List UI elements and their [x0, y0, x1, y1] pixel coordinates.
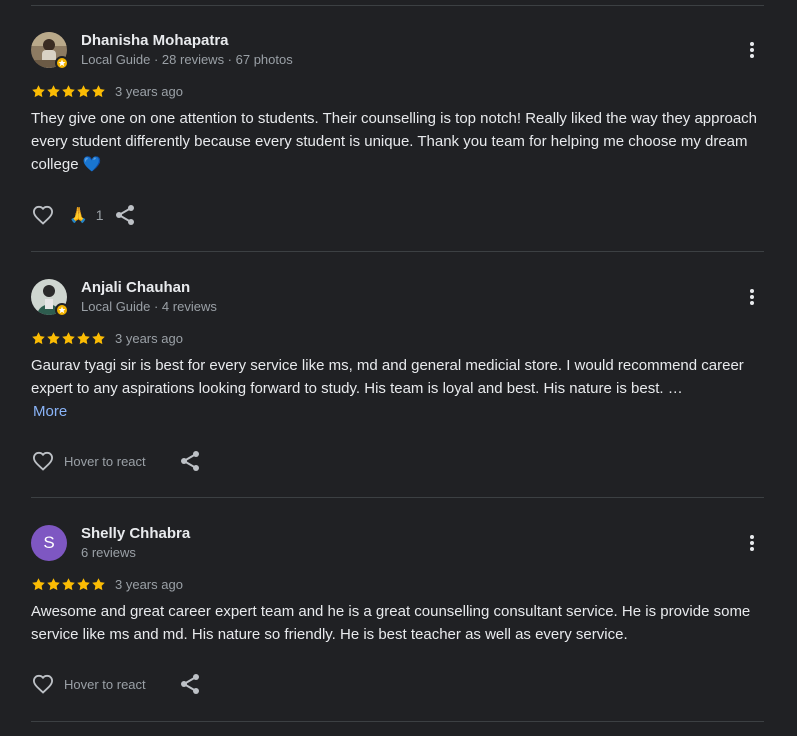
review-text-content: Awesome and great career expert team and… — [31, 603, 751, 643]
like-button[interactable] — [31, 203, 55, 227]
avatar[interactable] — [31, 279, 69, 317]
avatar[interactable] — [31, 32, 69, 70]
more-vert-icon — [750, 42, 754, 58]
star-icon — [77, 577, 90, 590]
divider — [31, 5, 764, 6]
pray-emoji-icon: 🙏 — [69, 207, 88, 224]
share-icon — [180, 451, 199, 471]
reaction-number: 1 — [95, 207, 104, 223]
more-vert-icon — [750, 535, 754, 551]
star-icon — [62, 577, 75, 590]
reaction-count[interactable]: 🙏 1 — [69, 206, 103, 224]
divider — [31, 251, 764, 252]
review-date: 3 years ago — [115, 330, 183, 346]
review-actions: 🙏 1 — [31, 203, 137, 227]
review-date: 3 years ago — [115, 83, 183, 99]
share-icon — [116, 205, 135, 225]
heart-icon — [32, 674, 54, 694]
review-text-content: They give one on one attention to studen… — [31, 110, 758, 173]
review-date: 3 years ago — [115, 576, 183, 592]
star-icon — [92, 577, 105, 590]
share-button[interactable] — [178, 449, 202, 473]
star-rating — [31, 577, 106, 592]
review-text-content: Gaurav tyagi sir is best for every servi… — [31, 357, 744, 397]
star-icon — [62, 84, 75, 97]
reviewer-meta[interactable]: Local Guide · 4 reviews — [81, 299, 217, 314]
more-vert-icon — [750, 289, 754, 305]
star-icon — [92, 331, 105, 344]
star-rating — [31, 84, 106, 99]
review-actions: Hover to react — [31, 449, 202, 473]
more-options-button[interactable] — [740, 531, 764, 555]
reviewer-meta[interactable]: Local Guide · 28 reviews · 67 photos — [81, 52, 293, 67]
divider — [31, 721, 764, 722]
reviewer-name[interactable]: Shelly Chhabra — [81, 525, 190, 542]
local-guide-badge-icon — [55, 303, 69, 317]
rating-row: 3 years ago — [31, 83, 183, 99]
more-link[interactable]: More — [33, 403, 67, 420]
star-icon — [47, 577, 60, 590]
like-button[interactable] — [31, 449, 55, 473]
review-text: They give one on one attention to studen… — [31, 107, 771, 176]
share-button[interactable] — [113, 203, 137, 227]
star-icon — [32, 577, 45, 590]
hover-to-react-label: Hover to react — [64, 453, 146, 469]
star-rating — [31, 331, 106, 346]
avatar[interactable]: S — [31, 525, 67, 561]
hover-to-react-label: Hover to react — [64, 676, 146, 692]
star-icon — [32, 331, 45, 344]
rating-row: 3 years ago — [31, 576, 183, 592]
reviewer-name[interactable]: Dhanisha Mohapatra — [81, 32, 229, 49]
review-text: Gaurav tyagi sir is best for every servi… — [31, 354, 771, 423]
reviewer-meta[interactable]: 6 reviews — [81, 545, 136, 560]
heart-icon — [32, 205, 54, 225]
star-icon — [77, 331, 90, 344]
review-actions: Hover to react — [31, 672, 202, 696]
star-icon — [47, 331, 60, 344]
star-icon — [47, 84, 60, 97]
local-guide-badge-icon — [55, 56, 69, 70]
reviewer-name[interactable]: Anjali Chauhan — [81, 279, 190, 296]
star-icon — [32, 84, 45, 97]
avatar-letter: S — [31, 525, 67, 561]
more-options-button[interactable] — [740, 38, 764, 62]
like-button[interactable] — [31, 672, 55, 696]
rating-row: 3 years ago — [31, 330, 183, 346]
share-icon — [180, 674, 199, 694]
review-text: Awesome and great career expert team and… — [31, 600, 771, 646]
star-icon — [62, 331, 75, 344]
reviews-list: Dhanisha Mohapatra Local Guide · 28 revi… — [0, 0, 797, 736]
star-icon — [92, 84, 105, 97]
star-icon — [77, 84, 90, 97]
share-button[interactable] — [178, 672, 202, 696]
divider — [31, 497, 764, 498]
more-options-button[interactable] — [740, 285, 764, 309]
heart-icon — [32, 451, 54, 471]
